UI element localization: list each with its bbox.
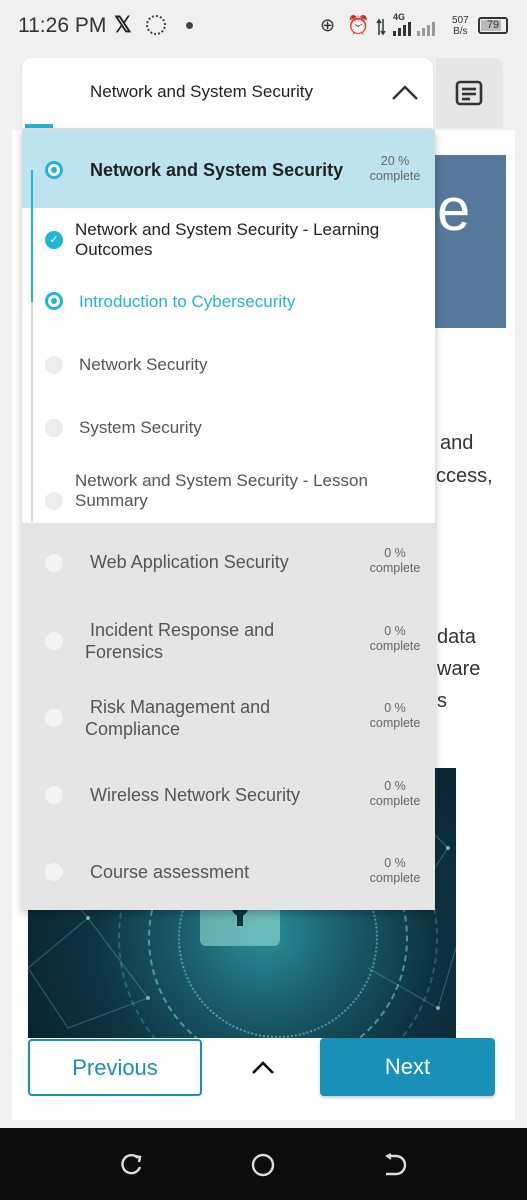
course-outline-panel: Network and System Security 20 % complet… [22, 130, 435, 910]
module-item[interactable]: Risk Management and Compliance 0 % compl… [22, 688, 435, 752]
course-title: Network and System Security [90, 82, 313, 101]
module-title: Web Application Security [90, 552, 289, 572]
module-node-icon [45, 709, 63, 727]
hero-text-fragment: e [437, 176, 471, 243]
status-time: 11:26 PM [18, 14, 107, 37]
battery-icon: 79 [478, 17, 508, 34]
check-icon: ✓ [45, 231, 63, 249]
module-title: Incident Response and Forensics [85, 620, 275, 662]
net-speed: 507 B/s [452, 15, 469, 37]
lesson-node-icon [45, 419, 63, 437]
module-progress-value: 20 % [380, 154, 410, 168]
bg-text-fragment: s [437, 690, 447, 712]
module-progress: 0 % complete [365, 856, 425, 886]
lesson-timeline-progress [31, 170, 33, 302]
module-title: Course assessment [90, 862, 250, 882]
lesson-item[interactable]: ✓ Network and System Security - Learning… [22, 216, 435, 268]
signal-icon [393, 22, 443, 41]
module-progress-label: complete [369, 169, 421, 183]
chevron-up-icon[interactable] [390, 78, 420, 108]
outline-toggle-button[interactable] [436, 58, 503, 128]
module-progress-value: 0 % [384, 624, 406, 638]
module-progress: 0 % complete [365, 624, 425, 654]
module-progress-label: complete [369, 716, 421, 730]
module-progress: 0 % complete [365, 546, 425, 576]
next-button[interactable]: Next [320, 1038, 495, 1096]
module-item[interactable]: Incident Response and Forensics 0 % comp… [22, 610, 435, 674]
more-notifications-icon [186, 22, 193, 29]
data-saver-icon: ⊕ [320, 15, 336, 35]
module-item[interactable]: Wireless Network Security 0 % complete [22, 766, 435, 830]
net-speed-unit: B/s [453, 26, 468, 37]
back-icon[interactable] [382, 1153, 408, 1182]
module-item[interactable]: Course assessment 0 % complete [22, 842, 435, 906]
previous-button[interactable]: Previous [28, 1039, 202, 1096]
module-item-active[interactable]: Network and System Security 20 % complet… [22, 130, 435, 208]
net-speed-value: 507 [452, 15, 469, 26]
lesson-title: Introduction to Cybersecurity [79, 292, 296, 311]
progress-accent-bar [25, 124, 53, 128]
lesson-node-icon [45, 356, 63, 374]
current-lesson-node-icon [45, 292, 63, 310]
course-outline-dropdown[interactable]: Network and System Security [22, 58, 433, 128]
lesson-title: Network and System Security - Lesson Sum… [75, 471, 368, 510]
module-progress-label: complete [369, 794, 421, 808]
lesson-hero-banner: e [435, 155, 506, 328]
module-item[interactable]: Web Application Security 0 % complete [22, 530, 435, 594]
current-module-node-icon [45, 161, 63, 179]
bg-text-fragment: ccess, [436, 465, 493, 487]
bg-text-fragment: data [437, 626, 476, 648]
x-app-icon: 𝕏 [114, 12, 132, 37]
module-progress-value: 0 % [384, 779, 406, 793]
lesson-title: System Security [79, 418, 202, 437]
module-progress: 0 % complete [365, 701, 425, 731]
bg-text-fragment: ware [437, 658, 481, 680]
module-title: Wireless Network Security [90, 785, 301, 805]
status-bar: 11:26 PM 𝕏 ⊕ ⏰ 4G 507 B/s 79 [0, 0, 527, 56]
app-notification-icon [146, 15, 166, 35]
system-navigation-bar [0, 1128, 527, 1200]
network-type: 4G [393, 12, 406, 22]
module-title: Risk Management and Compliance [85, 697, 271, 739]
alarm-icon: ⏰ [347, 15, 370, 35]
lesson-item[interactable]: Network and System Security - Lesson Sum… [22, 468, 435, 520]
module-progress-label: complete [369, 871, 421, 885]
lesson-node-icon [45, 492, 63, 510]
recent-apps-icon[interactable] [118, 1153, 144, 1182]
battery-level: 79 [486, 19, 500, 31]
module-progress-value: 0 % [384, 701, 406, 715]
lesson-title: Network and System Security - Learning O… [75, 220, 380, 259]
lesson-title: Network Security [79, 355, 208, 374]
module-node-icon [45, 786, 63, 804]
module-progress-label: complete [369, 639, 421, 653]
module-node-icon [45, 554, 63, 572]
data-transfer-icon [376, 18, 386, 36]
module-progress: 0 % complete [365, 779, 425, 809]
home-icon[interactable] [250, 1153, 276, 1184]
lesson-list: ✓ Network and System Security - Learning… [22, 208, 435, 523]
bg-text-fragment: and [440, 432, 474, 454]
module-progress: 20 % complete [365, 154, 425, 184]
lesson-item[interactable]: Network Security [22, 348, 435, 398]
module-node-icon [45, 863, 63, 881]
lesson-item-current[interactable]: Introduction to Cybersecurity [22, 286, 435, 336]
module-progress-value: 0 % [384, 856, 406, 870]
lesson-item[interactable]: System Security [22, 411, 435, 461]
module-progress-label: complete [369, 561, 421, 575]
module-title: Network and System Security [90, 160, 344, 180]
module-node-icon [45, 632, 63, 650]
module-progress-value: 0 % [384, 546, 406, 560]
